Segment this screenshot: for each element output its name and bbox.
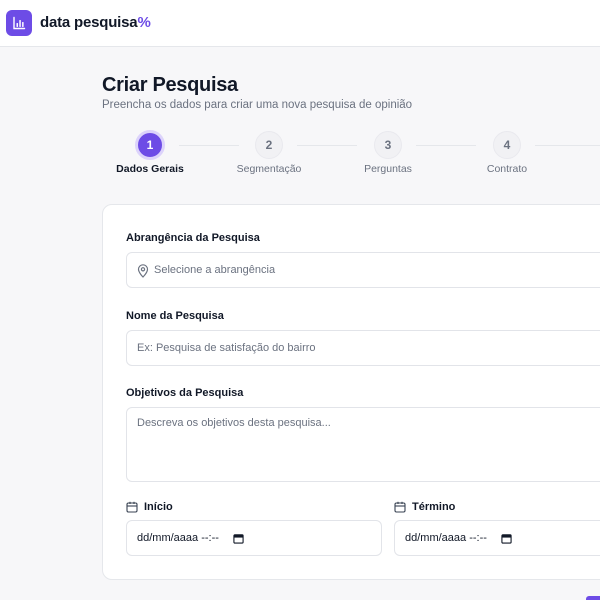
brand-name[interactable]: data pesquisa% <box>40 14 151 31</box>
brand-suffix: % <box>137 14 151 31</box>
step-connector <box>416 145 476 146</box>
start-datetime-input[interactable]: dd/mm/aaaa --:-- <box>126 520 382 556</box>
name-input[interactable]: Ex: Pesquisa de satisfação do bairro <box>126 330 600 366</box>
name-label: Nome da Pesquisa <box>126 310 224 322</box>
step-1-circle[interactable]: 1 <box>135 130 165 160</box>
objectives-label: Objetivos da Pesquisa <box>126 387 244 399</box>
step-1-label: Dados Gerais <box>116 163 184 175</box>
logo[interactable] <box>6 10 32 36</box>
brand-text: data pesquisa <box>40 14 138 31</box>
step-3-circle[interactable]: 3 <box>374 131 402 159</box>
bar-chart-icon <box>13 16 26 30</box>
end-label: Término <box>412 501 456 513</box>
step-3-label: Perguntas <box>364 163 412 175</box>
end-datetime-input[interactable]: dd/mm/aaaa --:-- <box>394 520 600 556</box>
objectives-textarea[interactable]: Descreva os objetivos desta pesquisa... <box>126 407 600 482</box>
map-pin-icon <box>137 264 149 278</box>
step-4-label: Contrato <box>486 163 528 175</box>
top-bar: data pesquisa% <box>0 0 600 47</box>
step-2-circle[interactable]: 2 <box>255 131 283 159</box>
end-value: dd/mm/aaaa --:-- <box>405 532 487 544</box>
step-4-circle[interactable]: 4 <box>493 131 521 159</box>
step-connector <box>297 145 357 146</box>
scope-select[interactable]: Selecione a abrangência <box>126 252 600 288</box>
name-placeholder: Ex: Pesquisa de satisfação do bairro <box>137 342 316 354</box>
step-2-label: Segmentação <box>236 163 302 175</box>
scope-label: Abrangência da Pesquisa <box>126 232 260 244</box>
calendar-icon[interactable] <box>501 533 512 544</box>
calendar-icon <box>394 501 406 513</box>
start-label: Início <box>144 501 173 513</box>
step-connector <box>535 145 600 146</box>
objectives-placeholder: Descreva os objetivos desta pesquisa... <box>137 417 331 429</box>
start-value: dd/mm/aaaa --:-- <box>137 532 219 544</box>
calendar-icon[interactable] <box>233 533 244 544</box>
step-connector <box>179 145 239 146</box>
scope-placeholder: Selecione a abrangência <box>154 264 276 276</box>
calendar-icon <box>126 501 138 513</box>
page-subtitle: Preencha os dados para criar uma nova pe… <box>102 99 413 111</box>
next-button[interactable] <box>586 596 600 600</box>
page-title: Criar Pesquisa <box>102 74 238 96</box>
